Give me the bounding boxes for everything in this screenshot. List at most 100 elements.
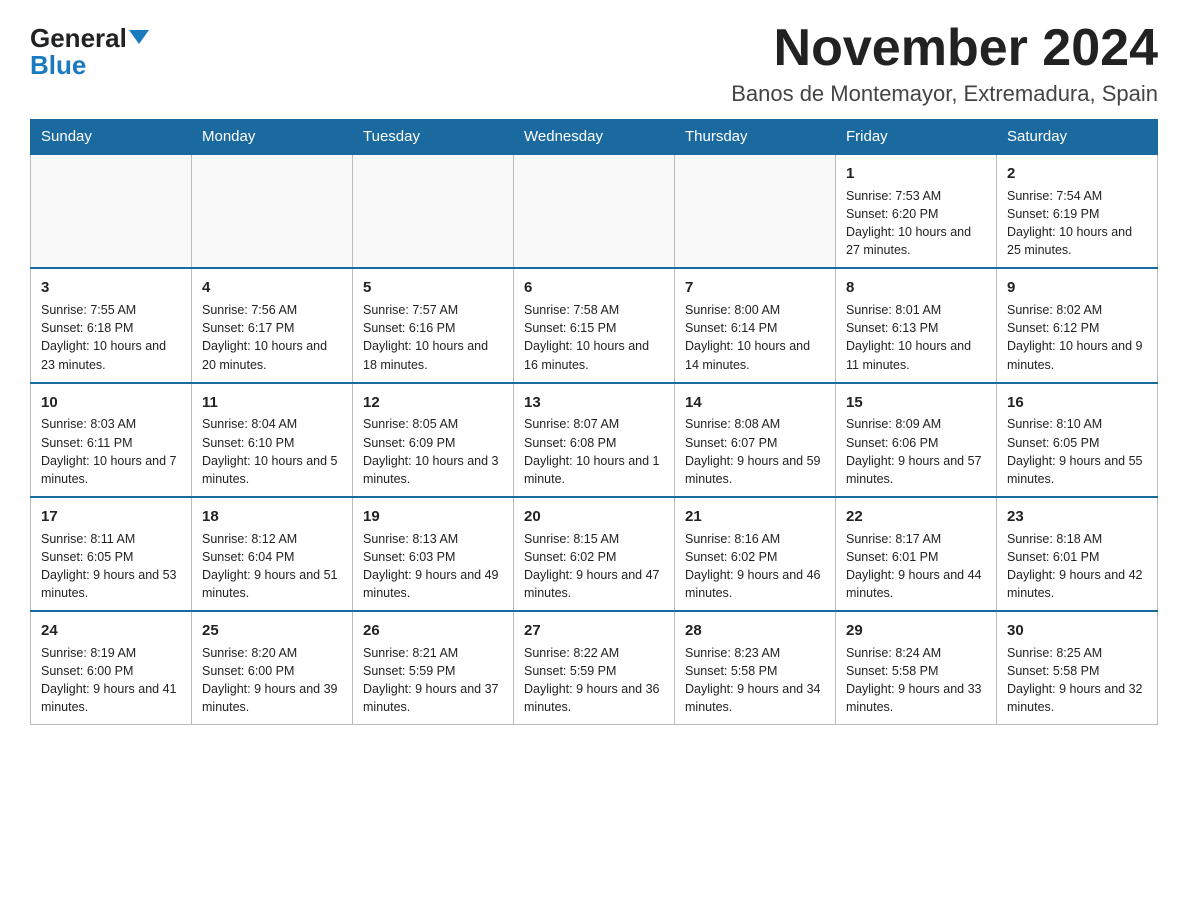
logo-blue: Blue	[30, 51, 86, 80]
day-info: Sunrise: 8:19 AM Sunset: 6:00 PM Dayligh…	[41, 644, 181, 717]
calendar-cell: 17Sunrise: 8:11 AM Sunset: 6:05 PM Dayli…	[31, 497, 192, 611]
calendar-cell: 27Sunrise: 8:22 AM Sunset: 5:59 PM Dayli…	[514, 611, 675, 725]
day-info: Sunrise: 8:20 AM Sunset: 6:00 PM Dayligh…	[202, 644, 342, 717]
day-number: 17	[41, 506, 181, 528]
calendar-cell: 24Sunrise: 8:19 AM Sunset: 6:00 PM Dayli…	[31, 611, 192, 725]
calendar-cell	[675, 154, 836, 268]
calendar-cell: 6Sunrise: 7:58 AM Sunset: 6:15 PM Daylig…	[514, 268, 675, 382]
day-info: Sunrise: 8:21 AM Sunset: 5:59 PM Dayligh…	[363, 644, 503, 717]
calendar-cell	[353, 154, 514, 268]
day-number: 16	[1007, 392, 1147, 414]
calendar-cell: 4Sunrise: 7:56 AM Sunset: 6:17 PM Daylig…	[192, 268, 353, 382]
day-info: Sunrise: 8:25 AM Sunset: 5:58 PM Dayligh…	[1007, 644, 1147, 717]
calendar-cell	[31, 154, 192, 268]
day-number: 21	[685, 506, 825, 528]
day-number: 13	[524, 392, 664, 414]
day-number: 18	[202, 506, 342, 528]
calendar-cell: 13Sunrise: 8:07 AM Sunset: 6:08 PM Dayli…	[514, 383, 675, 497]
day-info: Sunrise: 8:16 AM Sunset: 6:02 PM Dayligh…	[685, 530, 825, 603]
day-number: 27	[524, 620, 664, 642]
day-info: Sunrise: 8:04 AM Sunset: 6:10 PM Dayligh…	[202, 415, 342, 488]
calendar-cell: 26Sunrise: 8:21 AM Sunset: 5:59 PM Dayli…	[353, 611, 514, 725]
day-info: Sunrise: 8:01 AM Sunset: 6:13 PM Dayligh…	[846, 301, 986, 374]
day-info: Sunrise: 8:18 AM Sunset: 6:01 PM Dayligh…	[1007, 530, 1147, 603]
day-info: Sunrise: 7:58 AM Sunset: 6:15 PM Dayligh…	[524, 301, 664, 374]
calendar-cell: 16Sunrise: 8:10 AM Sunset: 6:05 PM Dayli…	[997, 383, 1158, 497]
week-row: 17Sunrise: 8:11 AM Sunset: 6:05 PM Dayli…	[31, 497, 1158, 611]
day-info: Sunrise: 8:09 AM Sunset: 6:06 PM Dayligh…	[846, 415, 986, 488]
day-number: 4	[202, 277, 342, 299]
calendar-cell: 20Sunrise: 8:15 AM Sunset: 6:02 PM Dayli…	[514, 497, 675, 611]
day-info: Sunrise: 8:13 AM Sunset: 6:03 PM Dayligh…	[363, 530, 503, 603]
calendar-cell: 3Sunrise: 7:55 AM Sunset: 6:18 PM Daylig…	[31, 268, 192, 382]
day-number: 15	[846, 392, 986, 414]
calendar-cell: 28Sunrise: 8:23 AM Sunset: 5:58 PM Dayli…	[675, 611, 836, 725]
col-saturday: Saturday	[997, 120, 1158, 155]
calendar-cell: 9Sunrise: 8:02 AM Sunset: 6:12 PM Daylig…	[997, 268, 1158, 382]
day-info: Sunrise: 7:56 AM Sunset: 6:17 PM Dayligh…	[202, 301, 342, 374]
day-info: Sunrise: 8:17 AM Sunset: 6:01 PM Dayligh…	[846, 530, 986, 603]
day-number: 29	[846, 620, 986, 642]
day-number: 14	[685, 392, 825, 414]
day-number: 26	[363, 620, 503, 642]
day-info: Sunrise: 8:10 AM Sunset: 6:05 PM Dayligh…	[1007, 415, 1147, 488]
day-number: 23	[1007, 506, 1147, 528]
location-title: Banos de Montemayor, Extremadura, Spain	[731, 81, 1158, 107]
calendar-cell: 1Sunrise: 7:53 AM Sunset: 6:20 PM Daylig…	[836, 154, 997, 268]
title-block: November 2024 Banos de Montemayor, Extre…	[731, 20, 1158, 107]
day-info: Sunrise: 7:55 AM Sunset: 6:18 PM Dayligh…	[41, 301, 181, 374]
day-number: 20	[524, 506, 664, 528]
day-info: Sunrise: 8:02 AM Sunset: 6:12 PM Dayligh…	[1007, 301, 1147, 374]
calendar-cell: 7Sunrise: 8:00 AM Sunset: 6:14 PM Daylig…	[675, 268, 836, 382]
day-info: Sunrise: 7:57 AM Sunset: 6:16 PM Dayligh…	[363, 301, 503, 374]
calendar-cell: 10Sunrise: 8:03 AM Sunset: 6:11 PM Dayli…	[31, 383, 192, 497]
calendar-table: Sunday Monday Tuesday Wednesday Thursday…	[30, 119, 1158, 725]
calendar-cell: 15Sunrise: 8:09 AM Sunset: 6:06 PM Dayli…	[836, 383, 997, 497]
week-row: 24Sunrise: 8:19 AM Sunset: 6:00 PM Dayli…	[31, 611, 1158, 725]
calendar-cell: 29Sunrise: 8:24 AM Sunset: 5:58 PM Dayli…	[836, 611, 997, 725]
calendar-header-row: Sunday Monday Tuesday Wednesday Thursday…	[31, 120, 1158, 155]
day-number: 7	[685, 277, 825, 299]
day-number: 24	[41, 620, 181, 642]
day-number: 9	[1007, 277, 1147, 299]
day-info: Sunrise: 8:08 AM Sunset: 6:07 PM Dayligh…	[685, 415, 825, 488]
calendar-cell: 8Sunrise: 8:01 AM Sunset: 6:13 PM Daylig…	[836, 268, 997, 382]
calendar-cell: 19Sunrise: 8:13 AM Sunset: 6:03 PM Dayli…	[353, 497, 514, 611]
day-number: 25	[202, 620, 342, 642]
day-info: Sunrise: 8:07 AM Sunset: 6:08 PM Dayligh…	[524, 415, 664, 488]
calendar-cell	[514, 154, 675, 268]
week-row: 3Sunrise: 7:55 AM Sunset: 6:18 PM Daylig…	[31, 268, 1158, 382]
logo: General Blue	[30, 20, 149, 79]
day-info: Sunrise: 8:22 AM Sunset: 5:59 PM Dayligh…	[524, 644, 664, 717]
day-info: Sunrise: 8:12 AM Sunset: 6:04 PM Dayligh…	[202, 530, 342, 603]
day-info: Sunrise: 8:11 AM Sunset: 6:05 PM Dayligh…	[41, 530, 181, 603]
calendar-cell	[192, 154, 353, 268]
week-row: 10Sunrise: 8:03 AM Sunset: 6:11 PM Dayli…	[31, 383, 1158, 497]
month-title: November 2024	[731, 20, 1158, 77]
day-number: 19	[363, 506, 503, 528]
day-number: 8	[846, 277, 986, 299]
page-header: General Blue November 2024 Banos de Mont…	[30, 20, 1158, 107]
day-info: Sunrise: 7:53 AM Sunset: 6:20 PM Dayligh…	[846, 187, 986, 260]
day-info: Sunrise: 8:23 AM Sunset: 5:58 PM Dayligh…	[685, 644, 825, 717]
col-sunday: Sunday	[31, 120, 192, 155]
day-number: 28	[685, 620, 825, 642]
calendar-cell: 5Sunrise: 7:57 AM Sunset: 6:16 PM Daylig…	[353, 268, 514, 382]
day-number: 22	[846, 506, 986, 528]
logo-general: General	[30, 23, 127, 53]
logo-triangle-icon	[129, 30, 149, 44]
calendar-cell: 12Sunrise: 8:05 AM Sunset: 6:09 PM Dayli…	[353, 383, 514, 497]
day-info: Sunrise: 8:03 AM Sunset: 6:11 PM Dayligh…	[41, 415, 181, 488]
day-number: 1	[846, 163, 986, 185]
calendar-cell: 30Sunrise: 8:25 AM Sunset: 5:58 PM Dayli…	[997, 611, 1158, 725]
day-number: 30	[1007, 620, 1147, 642]
week-row: 1Sunrise: 7:53 AM Sunset: 6:20 PM Daylig…	[31, 154, 1158, 268]
day-number: 10	[41, 392, 181, 414]
calendar-cell: 25Sunrise: 8:20 AM Sunset: 6:00 PM Dayli…	[192, 611, 353, 725]
col-wednesday: Wednesday	[514, 120, 675, 155]
calendar-cell: 21Sunrise: 8:16 AM Sunset: 6:02 PM Dayli…	[675, 497, 836, 611]
day-number: 6	[524, 277, 664, 299]
day-number: 2	[1007, 163, 1147, 185]
day-number: 5	[363, 277, 503, 299]
day-info: Sunrise: 8:24 AM Sunset: 5:58 PM Dayligh…	[846, 644, 986, 717]
